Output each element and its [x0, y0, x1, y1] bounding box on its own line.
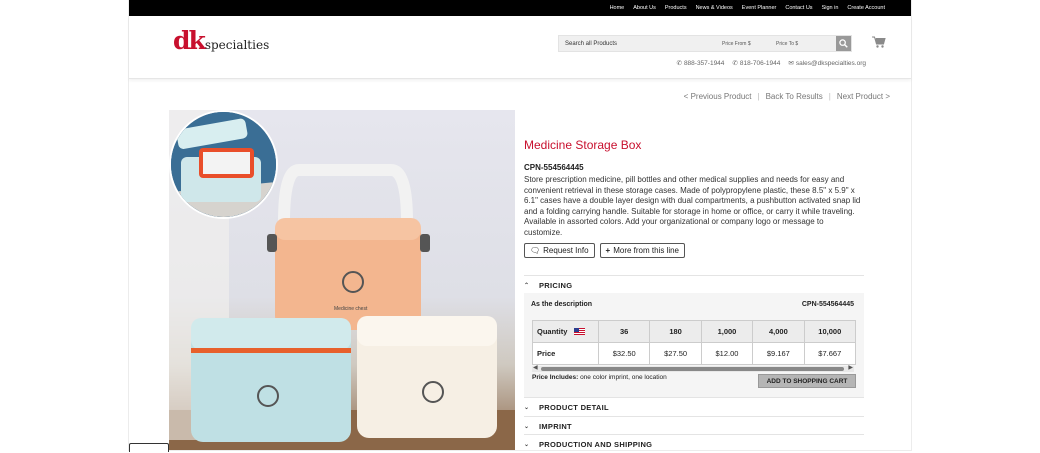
nav-event-planner[interactable]: Event Planner: [742, 5, 777, 11]
logo-mark: dk: [173, 26, 206, 55]
phone-1-text: 888-357-1944: [683, 59, 725, 67]
price-table: Quantity 36 180 1,000 4,000 10,000 Price…: [532, 320, 857, 365]
divider: |: [757, 92, 760, 101]
pricing-sku: CPN-554564445: [801, 301, 854, 308]
chat-icon: 🗨: [530, 245, 541, 255]
more-from-line-button[interactable]: + More from this line: [599, 242, 685, 258]
quantity-row: Quantity 36 180 1,000 4,000 10,000: [532, 320, 857, 343]
previous-product-link[interactable]: < Previous Product: [684, 92, 752, 101]
section-production-shipping[interactable]: ⌄ PRODUCTION AND SHIPPING: [524, 434, 864, 453]
quantity-label: Quantity: [537, 327, 568, 336]
action-buttons: 🗨 Request Info + More from this line: [524, 242, 864, 258]
section-detail-label: PRODUCT DETAIL: [539, 402, 609, 412]
price-cell: $27.50: [649, 342, 702, 365]
more-from-line-label: More from this line: [613, 245, 679, 255]
scroll-left-icon[interactable]: ◀: [533, 364, 538, 371]
scrollbar-thumb[interactable]: [541, 367, 844, 371]
product-pager: < Previous Product | Back To Results | N…: [684, 92, 890, 101]
divider: |: [828, 92, 831, 101]
chevron-up-icon: ⌃: [524, 282, 530, 289]
price-cell: $32.50: [597, 342, 651, 365]
section-imprint[interactable]: ⌄ IMPRINT: [524, 416, 864, 435]
inset-illustration: [171, 112, 276, 217]
box-label: Medicine chest: [334, 306, 368, 312]
price-cell: $7.667: [803, 342, 857, 365]
nav-news[interactable]: News & Videos: [696, 5, 733, 11]
price-cell: $12.00: [700, 342, 754, 365]
search-icon: [839, 39, 848, 48]
price-includes: Price Includes: one color imprint, one l…: [532, 374, 667, 381]
table-scrollbar[interactable]: ◀ ▶: [532, 364, 854, 372]
phone-icon: ✆: [676, 60, 682, 67]
top-nav: Home About Us Products News & Videos Eve…: [129, 0, 911, 16]
nav-sign-in[interactable]: Sign in: [822, 5, 839, 11]
chat-widget-tab[interactable]: [129, 443, 169, 452]
nav-about[interactable]: About Us: [633, 5, 656, 11]
nav-home[interactable]: Home: [610, 5, 625, 11]
price-includes-text: one color imprint, one location: [580, 374, 667, 381]
page-container: Home About Us Products News & Videos Eve…: [129, 0, 911, 450]
scroll-right-icon[interactable]: ▶: [848, 364, 853, 371]
right-gutter: [911, 0, 1040, 450]
pricing-heading: As the description: [531, 301, 593, 308]
price-from-input[interactable]: Price From $: [722, 41, 776, 47]
chevron-down-icon: ⌄: [524, 423, 530, 430]
phone-1[interactable]: ✆ 888-357-1944: [676, 59, 725, 68]
price-row: Price $32.50 $27.50 $12.00 $9.167 $7.667: [532, 342, 857, 365]
inset-image: [169, 110, 278, 219]
nav-contact[interactable]: Contact Us: [785, 5, 812, 11]
envelope-icon: ✉: [788, 60, 794, 67]
search-button[interactable]: [836, 36, 851, 51]
cart-icon[interactable]: [872, 36, 886, 48]
product-title: Medicine Storage Box: [524, 138, 642, 152]
qty-cell: 1,000: [700, 320, 754, 343]
nav-create-account[interactable]: Create Account: [847, 5, 885, 11]
nav-products[interactable]: Products: [665, 5, 687, 11]
add-to-cart-button[interactable]: ADD TO SHOPPING CART: [758, 374, 856, 388]
section-shipping-label: PRODUCTION AND SHIPPING: [539, 439, 653, 449]
back-to-results-link[interactable]: Back To Results: [766, 92, 823, 101]
request-info-button[interactable]: 🗨 Request Info: [524, 242, 595, 258]
pricing-panel: As the description CPN-554564445 Quantit…: [524, 293, 864, 397]
section-pricing[interactable]: ⌃ PRICING: [524, 275, 864, 294]
email-link[interactable]: ✉ sales@dkspecialties.org: [788, 59, 866, 68]
section-product-detail[interactable]: ⌄ PRODUCT DETAIL: [524, 397, 864, 416]
quantity-label-cell: Quantity: [532, 320, 599, 343]
price-includes-label: Price Includes:: [532, 374, 579, 381]
phone-icon: ✆: [732, 60, 738, 67]
price-label: Price: [532, 342, 599, 365]
qty-cell: 36: [597, 320, 651, 343]
qty-cell: 4,000: [752, 320, 805, 343]
email-text: sales@dkspecialties.org: [795, 59, 866, 67]
qty-cell: 10,000: [803, 320, 857, 343]
product-info: Medicine Storage Box CPN-554564445 Store…: [524, 138, 864, 258]
section-imprint-label: IMPRINT: [539, 421, 572, 431]
section-pricing-label: PRICING: [539, 280, 573, 290]
qty-cell: 180: [649, 320, 702, 343]
site-header: dk specialties Search all Products Price…: [129, 16, 911, 79]
logo-name: specialties: [204, 38, 270, 52]
product-image[interactable]: Medicine chest: [169, 110, 515, 450]
search-input[interactable]: Search all Products: [559, 41, 722, 47]
us-flag-icon: [573, 328, 585, 335]
price-to-input[interactable]: Price To $: [776, 41, 836, 47]
chevron-down-icon: ⌄: [524, 404, 530, 411]
price-cell: $9.167: [752, 342, 805, 365]
request-info-label: Request Info: [543, 245, 589, 255]
search-bar: Search all Products Price From $ Price T…: [558, 35, 852, 52]
plus-icon: +: [605, 245, 611, 255]
site-logo[interactable]: dk specialties: [173, 26, 270, 55]
next-product-link[interactable]: Next Product >: [837, 92, 890, 101]
product-sku: CPN-554564445: [524, 163, 584, 172]
phone-2-text: 818-706-1944: [739, 59, 781, 67]
phone-2[interactable]: ✆ 818-706-1944: [732, 59, 781, 68]
chevron-down-icon: ⌄: [524, 441, 530, 448]
left-gutter: [0, 0, 129, 450]
product-description: Store prescription medicine, pill bottle…: [524, 175, 861, 237]
contact-bar: ✆ 888-357-1944 ✆ 818-706-1944 ✉ sales@dkspe…: [676, 59, 866, 68]
